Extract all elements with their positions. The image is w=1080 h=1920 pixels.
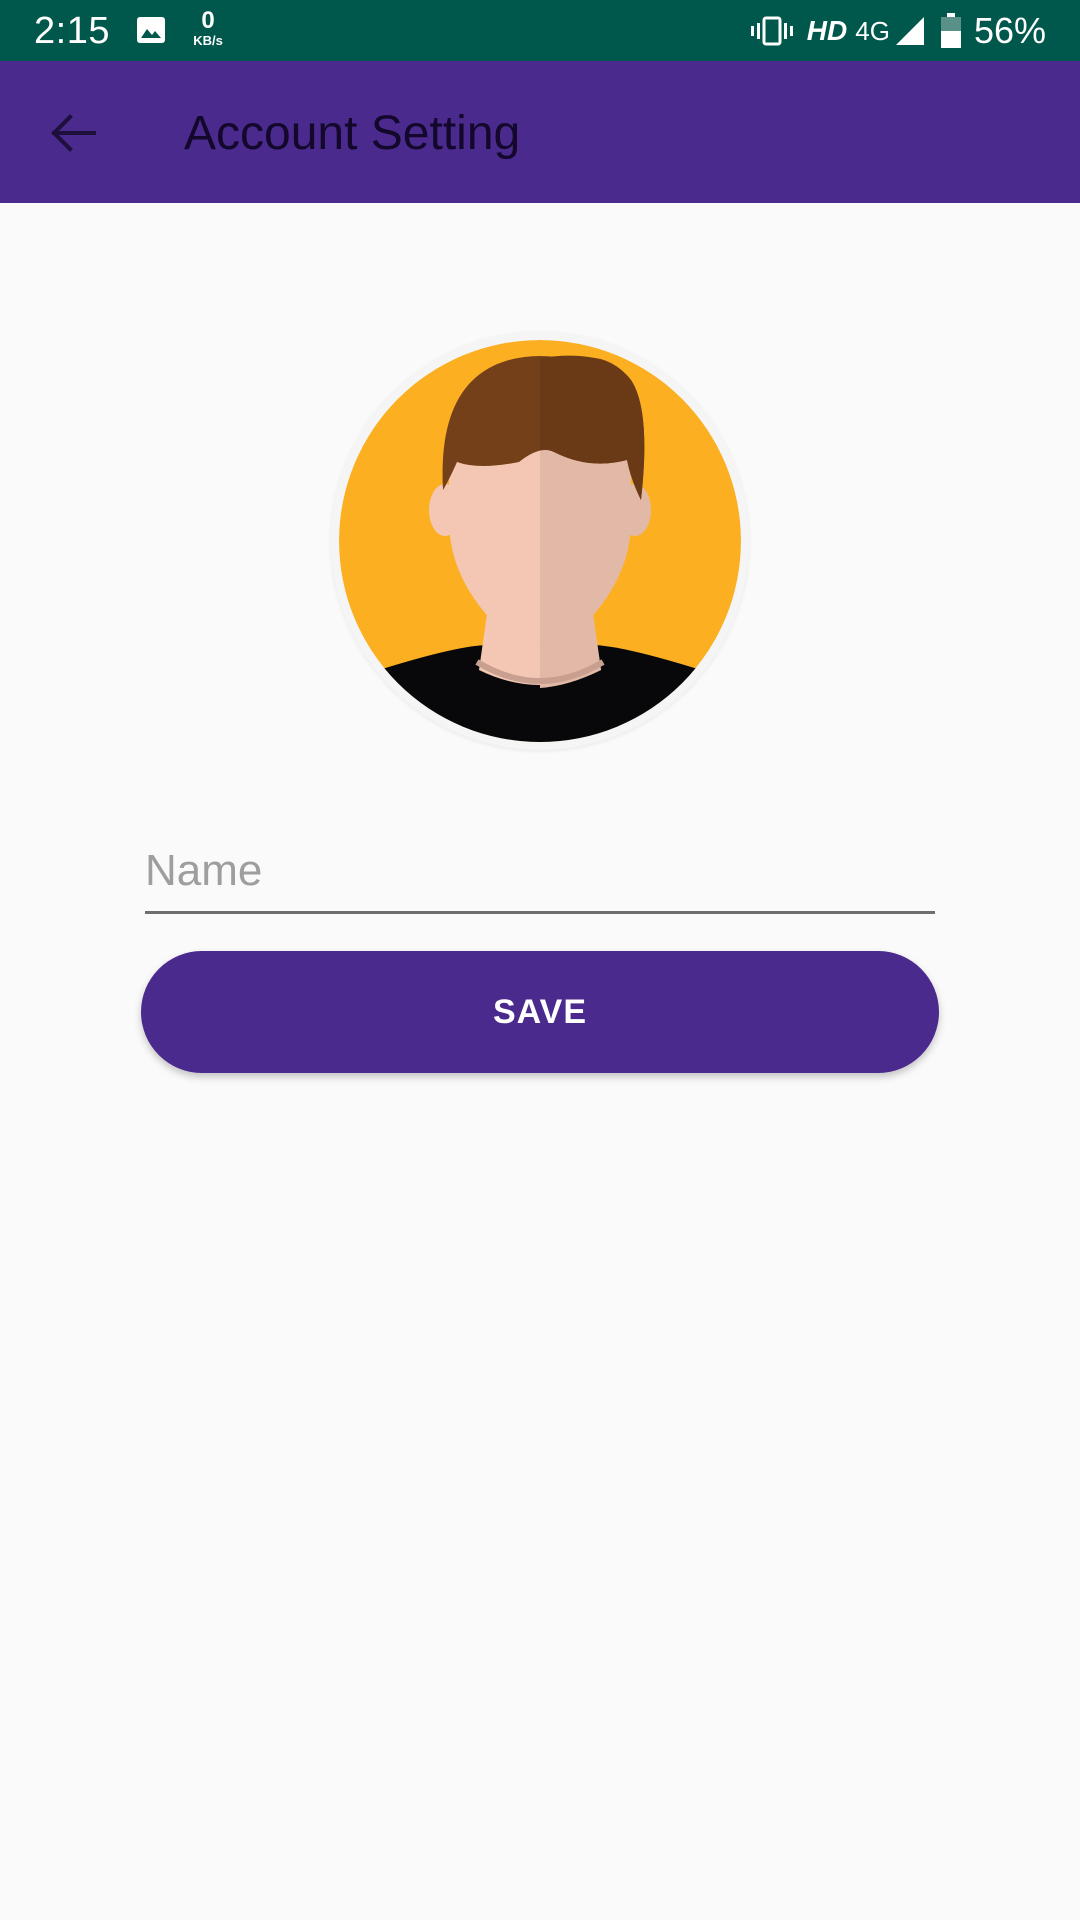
- vibrate-icon: [750, 16, 793, 45]
- status-bar: 2:15 0 KB/s HD 4G 56%: [0, 0, 1080, 61]
- back-button[interactable]: [40, 105, 104, 161]
- status-time: 2:15: [34, 10, 110, 52]
- network-type: 4G: [855, 15, 890, 46]
- gallery-icon: [137, 17, 165, 43]
- signal-icon: [895, 16, 924, 45]
- avatar[interactable]: [331, 332, 749, 750]
- net-speed: 0 KB/s: [186, 8, 230, 48]
- net-speed-value: 0: [201, 7, 215, 34]
- app-bar: Account Setting: [0, 61, 1080, 203]
- status-icons: HD 4G 56%: [750, 0, 1046, 61]
- save-button[interactable]: SAVE: [141, 951, 939, 1073]
- page-title: Account Setting: [184, 107, 521, 160]
- hd-label: HD: [806, 14, 848, 46]
- battery-percent: 56%: [973, 9, 1046, 51]
- net-speed-unit: KB/s: [193, 33, 223, 48]
- avatar-illustration: [339, 340, 741, 742]
- battery-icon: [940, 12, 961, 48]
- name-input[interactable]: [145, 838, 935, 914]
- arrow-back-icon: [51, 114, 96, 152]
